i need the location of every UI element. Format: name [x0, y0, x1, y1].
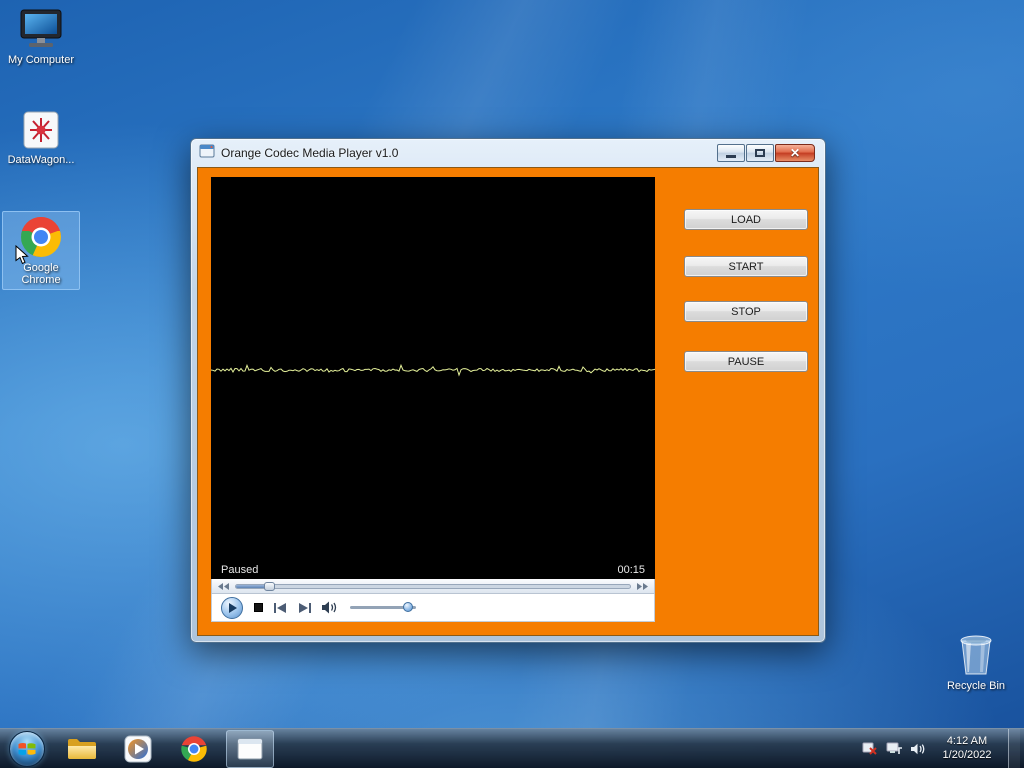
desktop: My Computer DataWagon... Google Chrome R… [0, 0, 1024, 768]
volume-slider[interactable] [350, 602, 416, 612]
system-tray: 4:12 AM 1/20/2022 [862, 728, 1024, 768]
desktop-icon-label: DataWagon... [7, 154, 75, 166]
active-window-icon [237, 738, 263, 759]
playback-status: Paused [221, 564, 259, 576]
media-player-control: Paused 00:15 [211, 177, 655, 622]
tray-volume-icon[interactable] [911, 743, 926, 755]
window-title: Orange Codec Media Player v1.0 [221, 146, 399, 160]
playback-status-bar: Paused 00:15 [211, 561, 655, 579]
taskbar: 4:12 AM 1/20/2022 [0, 728, 1024, 768]
window-controls: ✕ [717, 144, 815, 162]
seek-progress [236, 584, 268, 588]
desktop-icon-my-computer[interactable]: My Computer [2, 6, 80, 69]
mute-button[interactable] [322, 601, 339, 614]
datawagon-icon [4, 109, 78, 151]
desktop-icon-label: My Computer [7, 54, 75, 66]
next-button[interactable] [298, 602, 311, 613]
taskbar-clock[interactable]: 4:12 AM 1/20/2022 [935, 735, 999, 763]
stop-button[interactable] [254, 603, 263, 612]
maximize-icon [755, 149, 765, 157]
pause-button[interactable]: PAUSE [684, 351, 808, 372]
start-button[interactable]: START [684, 256, 808, 277]
taskbar-chrome-button[interactable] [166, 729, 222, 768]
playback-time: 00:15 [617, 564, 645, 576]
taskbar-media-player-button[interactable] [110, 729, 166, 768]
transport-controls [211, 594, 655, 622]
folder-icon [68, 738, 96, 759]
previous-button[interactable] [274, 602, 287, 613]
desktop-icon-google-chrome[interactable]: Google Chrome [2, 211, 80, 290]
tray-device-error-icon[interactable] [862, 742, 877, 755]
window-client-area: Paused 00:15 LOAD START STOP PAUSE [197, 167, 819, 636]
show-desktop-button[interactable] [1008, 728, 1020, 768]
mouse-cursor [15, 244, 29, 270]
minimize-icon [726, 155, 736, 158]
waveform-canvas [211, 363, 655, 377]
clock-date: 1/20/2022 [942, 748, 992, 761]
media-player-icon [124, 735, 152, 762]
seek-bar-row [211, 579, 655, 594]
rewind-icon[interactable] [218, 582, 229, 590]
tray-network-icon[interactable] [886, 742, 902, 755]
seek-slider[interactable] [235, 581, 631, 591]
video-screen: Paused 00:15 [211, 177, 655, 579]
stop-side-button[interactable]: STOP [684, 301, 808, 322]
load-button[interactable]: LOAD [684, 209, 808, 230]
desktop-icon-label: Recycle Bin [946, 680, 1006, 692]
chrome-icon [181, 735, 207, 762]
start-button[interactable] [0, 729, 54, 768]
taskbar-explorer-button[interactable] [54, 729, 110, 768]
seek-thumb[interactable] [263, 581, 275, 591]
desktop-icon-recycle-bin[interactable]: Recycle Bin [937, 628, 1015, 695]
window-app-icon [199, 144, 215, 163]
play-icon [229, 602, 237, 613]
fast-forward-icon[interactable] [637, 582, 648, 590]
windows-start-icon [9, 730, 45, 767]
media-player-window: Orange Codec Media Player v1.0 ✕ Paused … [190, 138, 826, 643]
minimize-button[interactable] [717, 144, 745, 162]
close-icon: ✕ [789, 146, 801, 160]
close-button[interactable]: ✕ [775, 144, 815, 162]
clock-time: 4:12 AM [946, 734, 988, 747]
play-button[interactable] [221, 596, 243, 619]
recycle-bin-icon [939, 631, 1013, 677]
taskbar-active-window-button[interactable] [226, 729, 274, 768]
audio-waveform [211, 363, 655, 377]
desktop-icon-datawagon[interactable]: DataWagon... [2, 106, 80, 169]
volume-thumb[interactable] [402, 602, 413, 612]
maximize-button[interactable] [746, 144, 774, 162]
my-computer-icon [4, 9, 78, 51]
